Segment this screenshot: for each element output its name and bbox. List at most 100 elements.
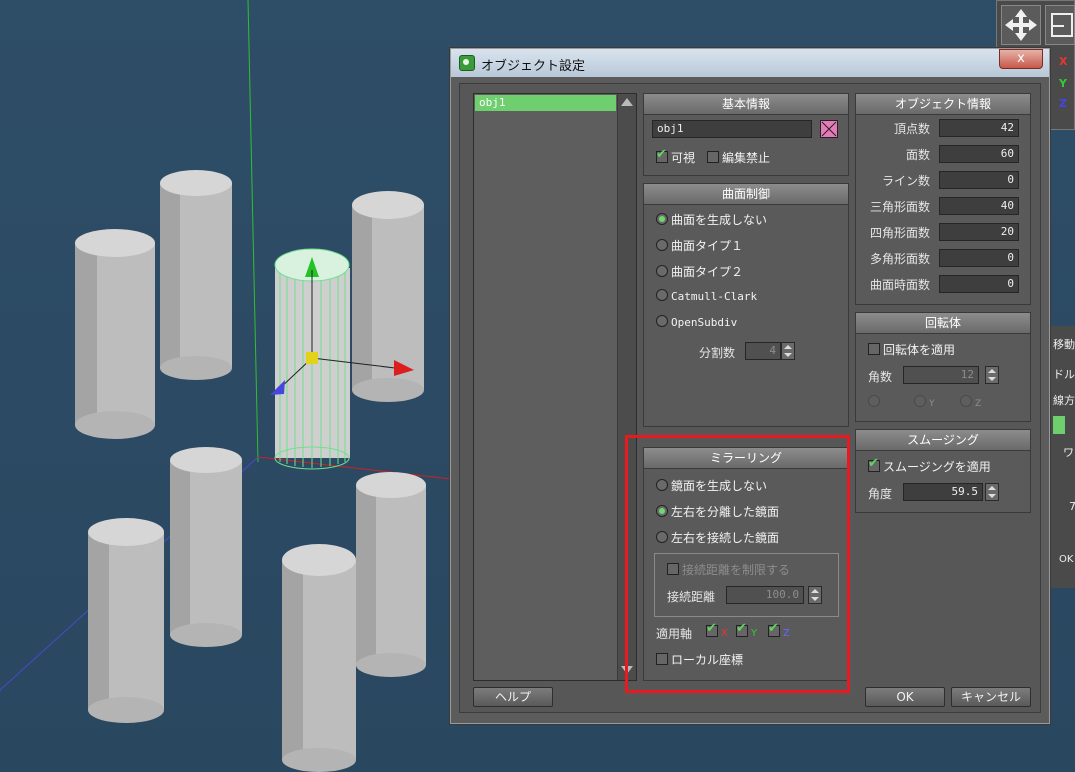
object-settings-dialog: オブジェクト設定 x obj1 基本情報 obj1 可視 編集禁止 [450, 48, 1050, 724]
object-name-input[interactable]: obj1 [652, 120, 812, 138]
axis-x-checkbox[interactable]: X [706, 621, 728, 639]
subdivision-header: 曲面制御 [644, 184, 848, 205]
radio-icon [656, 213, 668, 225]
scroll-down-icon[interactable] [621, 666, 633, 674]
limit-distance-checkbox[interactable]: 接続距離を制限する [667, 561, 790, 578]
axis-y-label: Y [1059, 77, 1067, 90]
scroll-up-icon[interactable] [621, 98, 633, 106]
cancel-button[interactable]: キャンセル [951, 687, 1031, 707]
axis-y-checkbox[interactable]: Y [736, 621, 758, 639]
dialog-title: オブジェクト設定 [481, 59, 586, 74]
list-scrollbar[interactable] [617, 94, 636, 680]
divisions-label: 分割数 [699, 346, 736, 360]
subdiv-option-type1[interactable]: 曲面タイプ１ [656, 237, 743, 254]
mirroring-group: ミラーリング 鏡面を生成しない 左右を分離した鏡面 左右を接続した鏡面 接続距離… [643, 447, 849, 681]
radio-icon [960, 395, 972, 407]
divisions-input[interactable]: 4 [745, 342, 781, 360]
subdiv-option-none[interactable]: 曲面を生成しない [656, 211, 767, 228]
lock-check-icon [707, 151, 719, 163]
close-button[interactable]: x [999, 49, 1043, 69]
axis-z-check-icon [768, 621, 780, 637]
basic-info-group: 基本情報 obj1 可視 編集禁止 [643, 93, 849, 176]
radio-icon [656, 315, 668, 327]
lathe-header: 回転体 [856, 313, 1030, 334]
radio-icon [914, 395, 926, 407]
smoothing-check-icon [868, 456, 880, 472]
subdiv-option-opensubdiv[interactable]: OpenSubdiv [656, 315, 737, 329]
lock-label: 編集禁止 [722, 151, 771, 165]
lathe-axis-x-radio[interactable] [868, 395, 883, 409]
local-coords-checkbox[interactable]: ローカル座標 [656, 651, 743, 668]
mirror-option-connected[interactable]: 左右を接続した鏡面 [656, 529, 779, 546]
side-panel-green-swatch[interactable] [1053, 416, 1065, 434]
info-label: 曲面時面数 [869, 278, 930, 292]
subdiv-option-type2[interactable]: 曲面タイプ２ [656, 263, 743, 280]
subdiv-option-label: 曲面を生成しない [671, 213, 768, 227]
object-info-header: オブジェクト情報 [856, 94, 1030, 115]
object-list[interactable]: obj1 [473, 93, 637, 681]
info-value: 20 [939, 223, 1019, 241]
scale-icon [1051, 13, 1073, 37]
basic-info-header: 基本情報 [644, 94, 848, 115]
smoothing-group: スムージング スムージングを適用 角度 59.5 [855, 429, 1031, 513]
move-tool-button[interactable] [1001, 5, 1041, 45]
radio-icon [656, 265, 668, 277]
side-panel-move-label: 移動 [1053, 338, 1075, 351]
help-button[interactable]: ヘルプ [473, 687, 553, 707]
mirror-option-none[interactable]: 鏡面を生成しない [656, 477, 767, 494]
ok-button[interactable]: OK [865, 687, 945, 707]
info-label: 多角形面数 [869, 252, 930, 266]
distance-input[interactable]: 100.0 [726, 586, 804, 604]
subdiv-option-catmull[interactable]: Catmull-Clark [656, 289, 757, 303]
limit-check-icon [667, 563, 679, 575]
distance-spinner[interactable] [808, 586, 822, 604]
subdiv-option-label: 曲面タイプ２ [671, 265, 744, 279]
smoothing-angle-spinner[interactable] [985, 483, 999, 501]
cylinder-3 [352, 191, 424, 402]
radio-icon [656, 479, 668, 491]
visible-checkbox[interactable]: 可視 [656, 147, 696, 166]
lathe-axis-y-radio[interactable]: Y [914, 395, 935, 409]
subdivision-group: 曲面制御 曲面を生成しない 曲面タイプ１ 曲面タイプ２ Catmull-Clar… [643, 183, 849, 427]
subdiv-option-label: OpenSubdiv [671, 316, 738, 329]
side-panel-item-4[interactable]: ワ [1063, 444, 1074, 460]
lathe-angle-spinner[interactable] [985, 366, 999, 384]
smoothing-angle-input[interactable]: 59.5 [903, 483, 983, 501]
y-axis-line [247, 0, 259, 463]
object-color-swatch[interactable] [820, 120, 838, 138]
apply-axis-label: 適用軸 [656, 627, 693, 641]
lock-edit-checkbox[interactable]: 編集禁止 [707, 149, 770, 166]
mirror-option-separate[interactable]: 左右を分離した鏡面 [656, 503, 779, 520]
dialog-titlebar[interactable]: オブジェクト設定 [451, 49, 1049, 77]
visible-label: 可視 [671, 151, 696, 165]
axis-y-check-icon [736, 621, 748, 637]
radio-icon [656, 239, 668, 251]
side-panel-ok-button[interactable]: OK [1059, 554, 1073, 565]
smoothing-apply-checkbox[interactable]: スムージングを適用 [868, 456, 991, 475]
subdiv-option-label: 曲面タイプ１ [671, 239, 744, 253]
lathe-angle-label: 角数 [868, 370, 893, 384]
axis-z-label: Z [1059, 97, 1067, 110]
lathe-apply-checkbox[interactable]: 回転体を適用 [868, 341, 955, 358]
mirror-option-label: 左右を分離した鏡面 [671, 505, 780, 519]
info-label: 四角形面数 [869, 226, 930, 240]
radio-icon [656, 531, 668, 543]
info-value: 0 [939, 275, 1019, 293]
list-item-obj1[interactable]: obj1 [475, 95, 616, 111]
axis-x-check-icon [706, 621, 718, 637]
dialog-body: obj1 基本情報 obj1 可視 編集禁止 曲面制御 曲面を生成しない 曲面 [459, 83, 1041, 713]
lathe-angle-input[interactable]: 12 [903, 366, 979, 384]
visible-check-icon [656, 147, 668, 163]
info-label: 三角形面数 [869, 200, 930, 214]
smoothing-angle-label: 角度 [868, 487, 893, 501]
radio-icon [656, 505, 668, 517]
lathe-axis-z-radio[interactable]: Z [960, 395, 981, 409]
info-value: 42 [939, 119, 1019, 137]
scale-tool-button[interactable] [1045, 5, 1075, 45]
close-icon: x [1017, 51, 1025, 66]
divisions-spinner[interactable] [781, 342, 795, 360]
axis-z-checkbox[interactable]: Z [768, 621, 790, 639]
lathe-apply-label: 回転体を適用 [883, 343, 956, 357]
axis-y-text: Y [751, 628, 758, 639]
info-label: 頂点数 [893, 122, 930, 136]
